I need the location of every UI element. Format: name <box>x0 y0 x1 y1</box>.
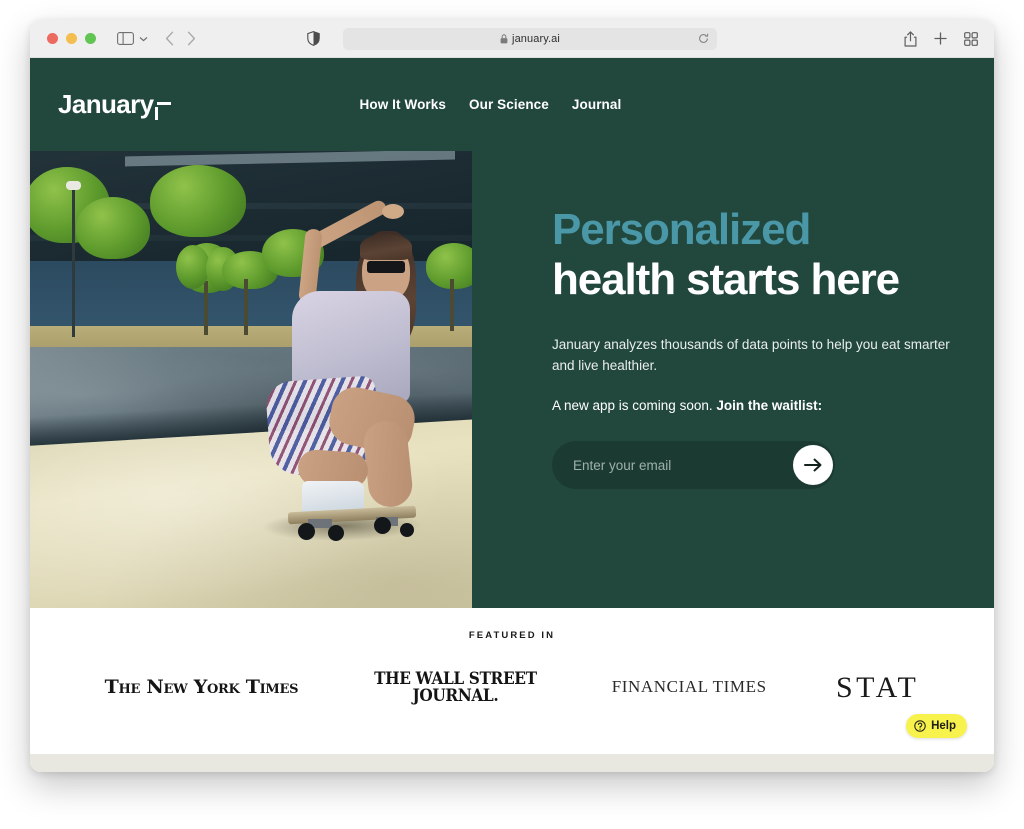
close-window-button[interactable] <box>47 33 58 44</box>
forward-icon[interactable] <box>187 31 196 46</box>
publication-logo-wsj: THE WALL STREET JOURNAL. <box>374 670 537 705</box>
wsj-line-1: THE WALL STREET <box>373 669 537 688</box>
hero-tree <box>150 165 246 237</box>
hero-tree-trunk <box>204 281 208 335</box>
page-title: Personalized health starts here <box>552 205 994 304</box>
hero-skateboard-wheel <box>328 525 344 541</box>
hero-skateboard-wheel <box>400 523 414 537</box>
page-viewport: January How It Works Our Science Journal <box>30 58 994 772</box>
hero-skater-hair <box>360 234 412 260</box>
page-footer-strip <box>30 754 994 772</box>
featured-in-label: FEATURED IN <box>468 630 556 641</box>
help-button-label: Help <box>931 720 956 732</box>
question-mark-icon <box>914 720 926 732</box>
hero-section: Personalized health starts here January … <box>30 151 994 608</box>
nav-item-journal[interactable]: Journal <box>572 97 621 112</box>
hero-building-roof <box>125 151 455 167</box>
arrow-right-icon <box>804 458 822 472</box>
minimize-window-button[interactable] <box>66 33 77 44</box>
url-bar[interactable]: january.ai <box>343 27 717 50</box>
publication-logo-row: The New York Times THE WALL STREET JOURN… <box>30 670 994 705</box>
reload-icon[interactable] <box>698 33 709 44</box>
publication-logo-nyt: The New York Times <box>104 676 299 699</box>
nav-item-our-science[interactable]: Our Science <box>469 97 549 112</box>
navigation-arrows <box>165 31 196 46</box>
tab-overview-icon[interactable] <box>964 31 978 46</box>
browser-window: january.ai January How It Works Our Scie… <box>30 20 994 772</box>
back-icon[interactable] <box>165 31 174 46</box>
hero-tree <box>176 245 210 289</box>
headline-plain-line: health starts here <box>552 254 900 304</box>
main-navigation: How It Works Our Science Journal <box>360 97 622 112</box>
featured-in-section: FEATURED IN The New York Times THE WALL … <box>30 608 994 754</box>
lock-icon <box>500 33 508 44</box>
logo-tick-mark <box>155 107 158 120</box>
logo-wordmark: January <box>58 89 154 119</box>
sidebar-toggle-button[interactable] <box>117 32 148 45</box>
hero-skateboard-wheel <box>298 523 315 540</box>
waitlist-signup-form <box>552 441 835 490</box>
hero-tree-trunk <box>450 279 454 331</box>
logo-dash-mark <box>156 102 171 105</box>
publication-logo-stat: STAT <box>836 670 920 704</box>
hero-skater-sunglasses <box>367 261 405 273</box>
maximize-window-button[interactable] <box>85 33 96 44</box>
waitlist-lead-text: A new app is coming soon. <box>552 398 713 414</box>
window-controls <box>47 33 96 44</box>
hero-waitlist-line: A new app is coming soon. Join the waitl… <box>552 398 994 413</box>
browser-toolbar: january.ai <box>30 20 994 58</box>
url-content: january.ai <box>500 33 560 45</box>
privacy-shield-icon[interactable] <box>307 31 320 46</box>
hero-copy: Personalized health starts here January … <box>472 151 994 608</box>
hero-tree <box>426 243 472 289</box>
hero-image-skateboarder <box>30 151 472 608</box>
nav-item-how-it-works[interactable]: How It Works <box>360 97 446 112</box>
sidebar-icon <box>117 32 134 45</box>
url-text: january.ai <box>512 32 560 45</box>
chevron-down-icon[interactable] <box>139 36 148 42</box>
hero-tree-trunk <box>244 279 248 335</box>
hero-paragraph: January analyzes thousands of data point… <box>552 337 950 373</box>
new-tab-icon[interactable] <box>934 32 947 45</box>
publication-logo-ft: FINANCIAL TIMES <box>611 677 767 697</box>
submit-email-button[interactable] <box>793 445 833 486</box>
hero-lamp-post <box>72 187 75 337</box>
share-icon[interactable] <box>904 30 917 47</box>
headline-accent-line: Personalized <box>552 205 811 254</box>
waitlist-cta-text: Join the waitlist: <box>716 398 823 414</box>
hero-tree <box>76 197 150 259</box>
hero-skater-hand <box>382 204 404 219</box>
site-header: January How It Works Our Science Journal <box>30 58 994 151</box>
january-logo[interactable]: January <box>58 89 171 120</box>
wsj-line-2: JOURNAL. <box>412 686 498 706</box>
help-button[interactable]: Help <box>906 714 967 738</box>
hero-skateboard-wheel <box>374 517 391 534</box>
hero-lamp-head <box>66 181 81 190</box>
toolbar-right-group <box>904 30 978 47</box>
